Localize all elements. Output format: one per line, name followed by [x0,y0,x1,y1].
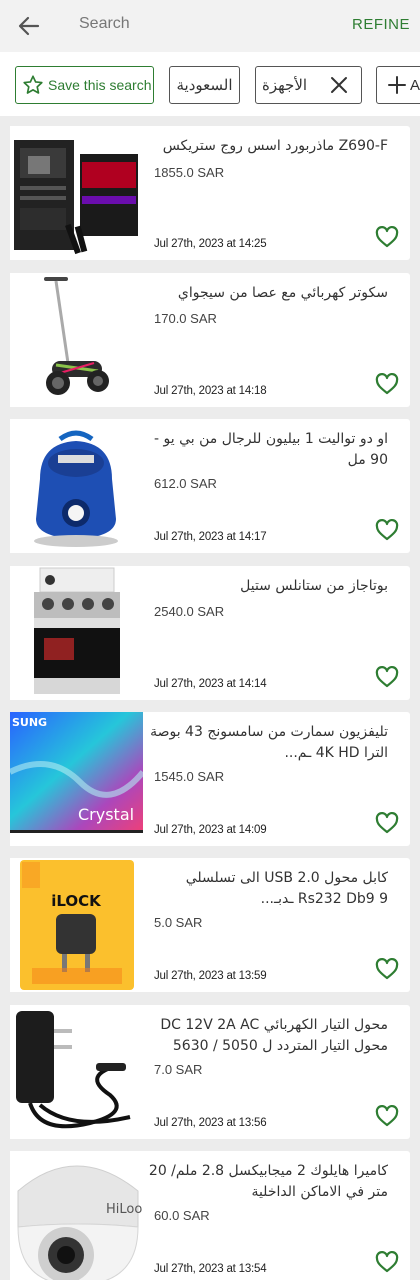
listing-title: سكوتر كهربائي مع عصا من سيجواي [177,285,388,301]
listing-title: محول التيار الكهربائي DC 12V 2A AC محول … [160,1017,388,1054]
filter-bar: Save this search السعودية الأجهزة Ad [0,52,420,116]
heart-icon[interactable] [375,1251,399,1273]
close-icon[interactable] [329,75,349,95]
listing-price: 5.0 SAR [154,915,203,930]
heart-icon[interactable] [375,812,399,834]
listing-date: Jul 27th, 2023 at 14:18 [154,385,267,397]
country-filter-chip[interactable]: السعودية [169,66,240,104]
heart-icon[interactable] [375,958,399,980]
tv-model-text: Crystal [78,805,134,824]
listing-card[interactable]: سكوتر كهربائي مع عصا من سيجواي 170.0 SAR… [10,273,410,407]
listing-price: 170.0 SAR [154,311,217,326]
listing-date: Jul 27th, 2023 at 14:25 [154,238,267,250]
camera-brand-text: HiLook [106,1202,143,1217]
listing-title: تليفزيون سمارت من سامسونج 43 بوصة الترا … [150,724,388,761]
listing-card[interactable]: HiLook كاميرا هايلوك 2 ميجابيكسل 2.8 ملم… [10,1151,410,1280]
listing-date: Jul 27th, 2023 at 14:17 [154,531,267,543]
save-search-button[interactable]: Save this search [15,66,154,104]
listing-image-scooter [10,273,143,407]
save-search-label: Save this search [48,77,152,93]
country-chip-label: السعودية [176,77,233,94]
listing-price: 1545.0 SAR [154,769,225,784]
listing-image-plug: iLOCK [10,858,143,992]
listing-date: Jul 27th, 2023 at 13:59 [154,970,267,982]
top-bar: Search REFINE [0,0,420,52]
listing-card[interactable]: Z690-F ماذربورد اسس روج ستريكس 1855.0 SA… [10,126,410,260]
arrow-left-icon [18,16,40,36]
star-icon [23,75,43,94]
listing-date: Jul 27th, 2023 at 13:54 [154,1263,267,1275]
listing-card[interactable]: SUNG Crystal تليفزيون سمارت من سامسونج 4… [10,712,410,846]
listing-image-adapter [10,1005,143,1139]
listing-title: او دو تواليت 1 بيليون للرجال من بي يو - … [153,431,388,468]
listing-card[interactable]: محول التيار الكهربائي DC 12V 2A AC محول … [10,1005,410,1139]
listing-title: كابل محول USB 2.0 الى تسلسلي Rs232 Db9 9… [185,870,388,907]
listing-date: Jul 27th, 2023 at 14:09 [154,824,267,836]
category-chip-label: الأجهزة [262,77,308,94]
back-button[interactable] [14,12,44,40]
heart-icon[interactable] [375,373,399,395]
tv-brand-text: SUNG [12,716,47,729]
listing-title: بوتاجاز من ستانلس ستيل [240,578,388,594]
listing-title: Z690-F ماذربورد اسس روج ستريكس [162,138,388,154]
listing-image-vacuum [10,419,143,553]
listing-card[interactable]: iLOCK كابل محول USB 2.0 الى تسلسلي Rs232… [10,858,410,992]
listing-image-tv: SUNG Crystal [10,712,143,846]
search-input[interactable]: Search [79,15,130,33]
category-filter-chip[interactable]: الأجهزة [255,66,362,104]
plus-icon [388,76,406,94]
listing-image-motherboard [10,126,143,260]
heart-icon[interactable] [375,226,399,248]
listing-date: Jul 27th, 2023 at 13:56 [154,1117,267,1129]
listing-date: Jul 27th, 2023 at 14:14 [154,678,267,690]
listing-card[interactable]: او دو تواليت 1 بيليون للرجال من بي يو - … [10,419,410,553]
heart-icon[interactable] [375,519,399,541]
listing-price: 7.0 SAR [154,1062,203,1077]
listing-image-stove [10,566,143,700]
listing-price: 612.0 SAR [154,476,217,491]
listing-price: 60.0 SAR [154,1208,210,1223]
refine-button[interactable]: REFINE [352,16,410,33]
listings-list: Z690-F ماذربورد اسس روج ستريكس 1855.0 SA… [0,116,420,1280]
listing-price: 2540.0 SAR [154,604,225,619]
heart-icon[interactable] [375,1105,399,1127]
listing-price: 1855.0 SAR [154,165,225,180]
listing-image-camera: HiLook [10,1151,143,1280]
add-filter-chip[interactable]: Ad [376,66,420,104]
plug-brand-text: iLOCK [51,892,102,910]
add-chip-label: Ad [410,76,420,94]
listing-card[interactable]: بوتاجاز من ستانلس ستيل 2540.0 SAR Jul 27… [10,566,410,700]
heart-icon[interactable] [375,666,399,688]
listing-title: كاميرا هايلوك 2 ميجابيكسل 2.8 ملم/ 20 مت… [148,1163,388,1200]
